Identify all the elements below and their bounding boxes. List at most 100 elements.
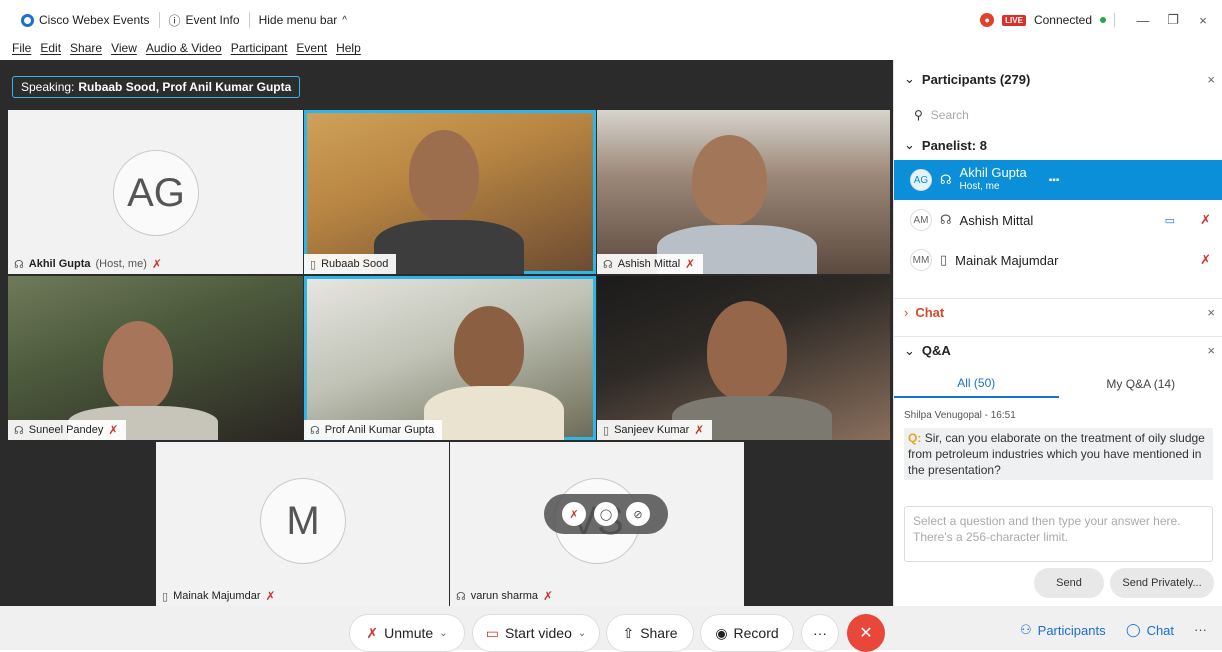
- answer-input[interactable]: Select a question and then type your ans…: [904, 506, 1213, 562]
- question-meta: Shilpa Venugopal - 16:51: [904, 410, 1016, 421]
- video-tile-prof-anil-kumar-gupta[interactable]: ☊ Prof Anil Kumar Gupta: [304, 276, 596, 440]
- menu-event[interactable]: Event: [296, 41, 327, 55]
- title-bar: Cisco Webex Events ⓘ Event Info Hide men…: [0, 0, 1222, 38]
- chevron-right-icon: ›: [904, 305, 908, 320]
- mute-participant-button[interactable]: ✗: [562, 502, 586, 526]
- menu-view[interactable]: View: [111, 41, 137, 55]
- chat-panel-button[interactable]: ◯ Chat: [1126, 622, 1174, 638]
- send-button[interactable]: Send: [1034, 568, 1104, 598]
- close-window-button[interactable]: ×: [1192, 13, 1214, 28]
- headset-icon: ☊: [456, 590, 466, 603]
- video-tile-rubaab-sood[interactable]: ▯ Rubaab Sood: [304, 110, 596, 274]
- tab-my-qa[interactable]: My Q&A (14): [1059, 370, 1222, 398]
- avatar: AM: [910, 209, 932, 231]
- video-tile-sanjeev-kumar[interactable]: ▯ Sanjeev Kumar ✗: [597, 276, 890, 440]
- tile-name-bar: ☊ Suneel Pandey ✗: [8, 420, 126, 440]
- panelist-row[interactable]: AG ☊ Akhil Gupta Host, me ▪▪▪: [894, 160, 1222, 200]
- tile-name-bar: ☊ Ashish Mittal ✗: [597, 254, 703, 274]
- avatar: MM: [910, 249, 932, 271]
- chevron-down-icon: ⌄: [904, 137, 915, 153]
- chevron-down-icon: ⌄: [904, 71, 915, 87]
- muted-mic-icon: ✗: [1200, 212, 1211, 228]
- phone-icon: ▯: [310, 258, 316, 271]
- hide-menu-bar-button[interactable]: Hide menu bar ^: [250, 12, 356, 28]
- more-panels-button[interactable]: ···: [1194, 622, 1207, 637]
- muted-mic-icon: ✗: [685, 257, 695, 271]
- muted-mic-icon: ✗: [152, 257, 162, 271]
- video-icon: ▭: [1165, 214, 1175, 227]
- side-panel: ⌄ Participants (279) × ⚲ Search ⌄ Paneli…: [893, 60, 1222, 606]
- panelist-row[interactable]: MM ▯ Mainak Majumdar ✗: [894, 240, 1222, 280]
- event-info-button[interactable]: ⓘ Event Info: [160, 12, 250, 28]
- phone-icon: ▯: [162, 590, 168, 603]
- share-button[interactable]: ⇧ Share: [606, 614, 694, 652]
- menu-audio-video[interactable]: Audio & Video: [146, 41, 222, 55]
- webex-logo-icon: [21, 14, 34, 27]
- qa-tabs: All (50) My Q&A (14): [894, 370, 1222, 398]
- muted-mic-icon: ✗: [108, 423, 118, 437]
- chat-header[interactable]: › Chat ×: [894, 298, 1222, 326]
- video-stage: Speaking: Rubaab Sood, Prof Anil Kumar G…: [0, 60, 893, 650]
- audio-level-icon: ▪▪▪: [1049, 175, 1060, 186]
- tile-name-bar: ☊ Akhil Gupta (Host, me) ✗: [8, 254, 170, 274]
- close-icon[interactable]: ×: [1207, 305, 1215, 320]
- menu-share[interactable]: Share: [70, 41, 102, 55]
- headset-icon: ☊: [14, 424, 24, 437]
- recording-icon: ●: [980, 13, 994, 27]
- search-icon: ⚲: [914, 108, 923, 122]
- tab-all-questions[interactable]: All (50): [894, 370, 1059, 398]
- tile-name-bar: ☊ Prof Anil Kumar Gupta: [304, 420, 442, 440]
- menu-help[interactable]: Help: [336, 41, 361, 55]
- tile-name-bar: ☊ varun sharma ✗: [450, 586, 561, 606]
- headset-icon: ☊: [940, 212, 952, 228]
- participants-icon: ⚇: [1020, 622, 1032, 638]
- participants-panel-button[interactable]: ⚇ Participants: [1020, 622, 1106, 638]
- send-privately-button[interactable]: Send Privately...: [1110, 568, 1214, 598]
- video-tile-suneel-pandey[interactable]: ☊ Suneel Pandey ✗: [8, 276, 303, 440]
- tile-hover-controls: ✗ ◯ ⊘: [544, 494, 668, 534]
- more-options-button[interactable]: ···: [801, 614, 839, 652]
- app-name: Cisco Webex Events: [12, 12, 160, 28]
- participants-header[interactable]: ⌄ Participants (279) ×: [894, 68, 1222, 90]
- headset-icon: ☊: [603, 258, 613, 271]
- close-icon[interactable]: ×: [1207, 72, 1215, 87]
- menu-participant[interactable]: Participant: [231, 41, 288, 55]
- video-tile-ashish-mittal[interactable]: ☊ Ashish Mittal ✗: [597, 110, 890, 274]
- avatar: AG: [910, 169, 932, 191]
- avatar: AG: [113, 150, 199, 236]
- qa-header[interactable]: ⌄ Q&A ×: [894, 336, 1222, 364]
- restore-button[interactable]: ❐: [1162, 12, 1184, 28]
- chevron-up-icon: ^: [342, 15, 347, 26]
- participant-search-input[interactable]: ⚲ Search: [904, 104, 1214, 126]
- minimize-button[interactable]: —: [1132, 13, 1154, 28]
- question-item[interactable]: Q: Sir, can you elaborate on the treatme…: [904, 428, 1213, 480]
- menu-edit[interactable]: Edit: [40, 41, 61, 55]
- menu-file[interactable]: File: [12, 41, 31, 55]
- tile-name-bar: ▯ Mainak Majumdar ✗: [156, 586, 284, 606]
- chat-participant-button[interactable]: ◯: [594, 502, 618, 526]
- tile-name-bar: ▯ Sanjeev Kumar ✗: [597, 420, 712, 440]
- headset-icon: ☊: [940, 172, 952, 188]
- headset-icon: ☊: [14, 258, 24, 271]
- start-video-button[interactable]: ▭ Start video ⌄: [472, 614, 600, 652]
- phone-icon: ▯: [940, 252, 947, 268]
- close-icon: ✕: [859, 623, 872, 643]
- video-tile-mainak-majumdar[interactable]: M ▯ Mainak Majumdar ✗: [156, 442, 449, 606]
- chat-icon: ◯: [1126, 622, 1141, 638]
- video-tile-akhil-gupta[interactable]: AG ☊ Akhil Gupta (Host, me) ✗: [8, 110, 303, 274]
- close-icon[interactable]: ×: [1207, 343, 1215, 358]
- unmute-button[interactable]: ✗ Unmute ⌄: [349, 614, 465, 652]
- panelist-row[interactable]: AM ☊ Ashish Mittal ▭ ✗: [894, 200, 1222, 240]
- record-button[interactable]: ◉ Record: [700, 614, 794, 652]
- stop-video-participant-button[interactable]: ⊘: [626, 502, 650, 526]
- connected-indicator-icon: [1100, 17, 1106, 23]
- chevron-down-icon: ⌄: [578, 628, 586, 639]
- phone-icon: ▯: [603, 424, 609, 437]
- share-icon: ⇧: [622, 625, 634, 642]
- end-meeting-button[interactable]: ✕: [847, 614, 885, 652]
- chevron-down-icon: ⌄: [439, 628, 447, 639]
- panelist-group-header[interactable]: ⌄ Panelist: 8: [894, 134, 1222, 156]
- headset-icon: ☊: [310, 424, 320, 437]
- tile-name-bar: ▯ Rubaab Sood: [304, 254, 396, 274]
- video-off-icon: ▭: [486, 625, 499, 642]
